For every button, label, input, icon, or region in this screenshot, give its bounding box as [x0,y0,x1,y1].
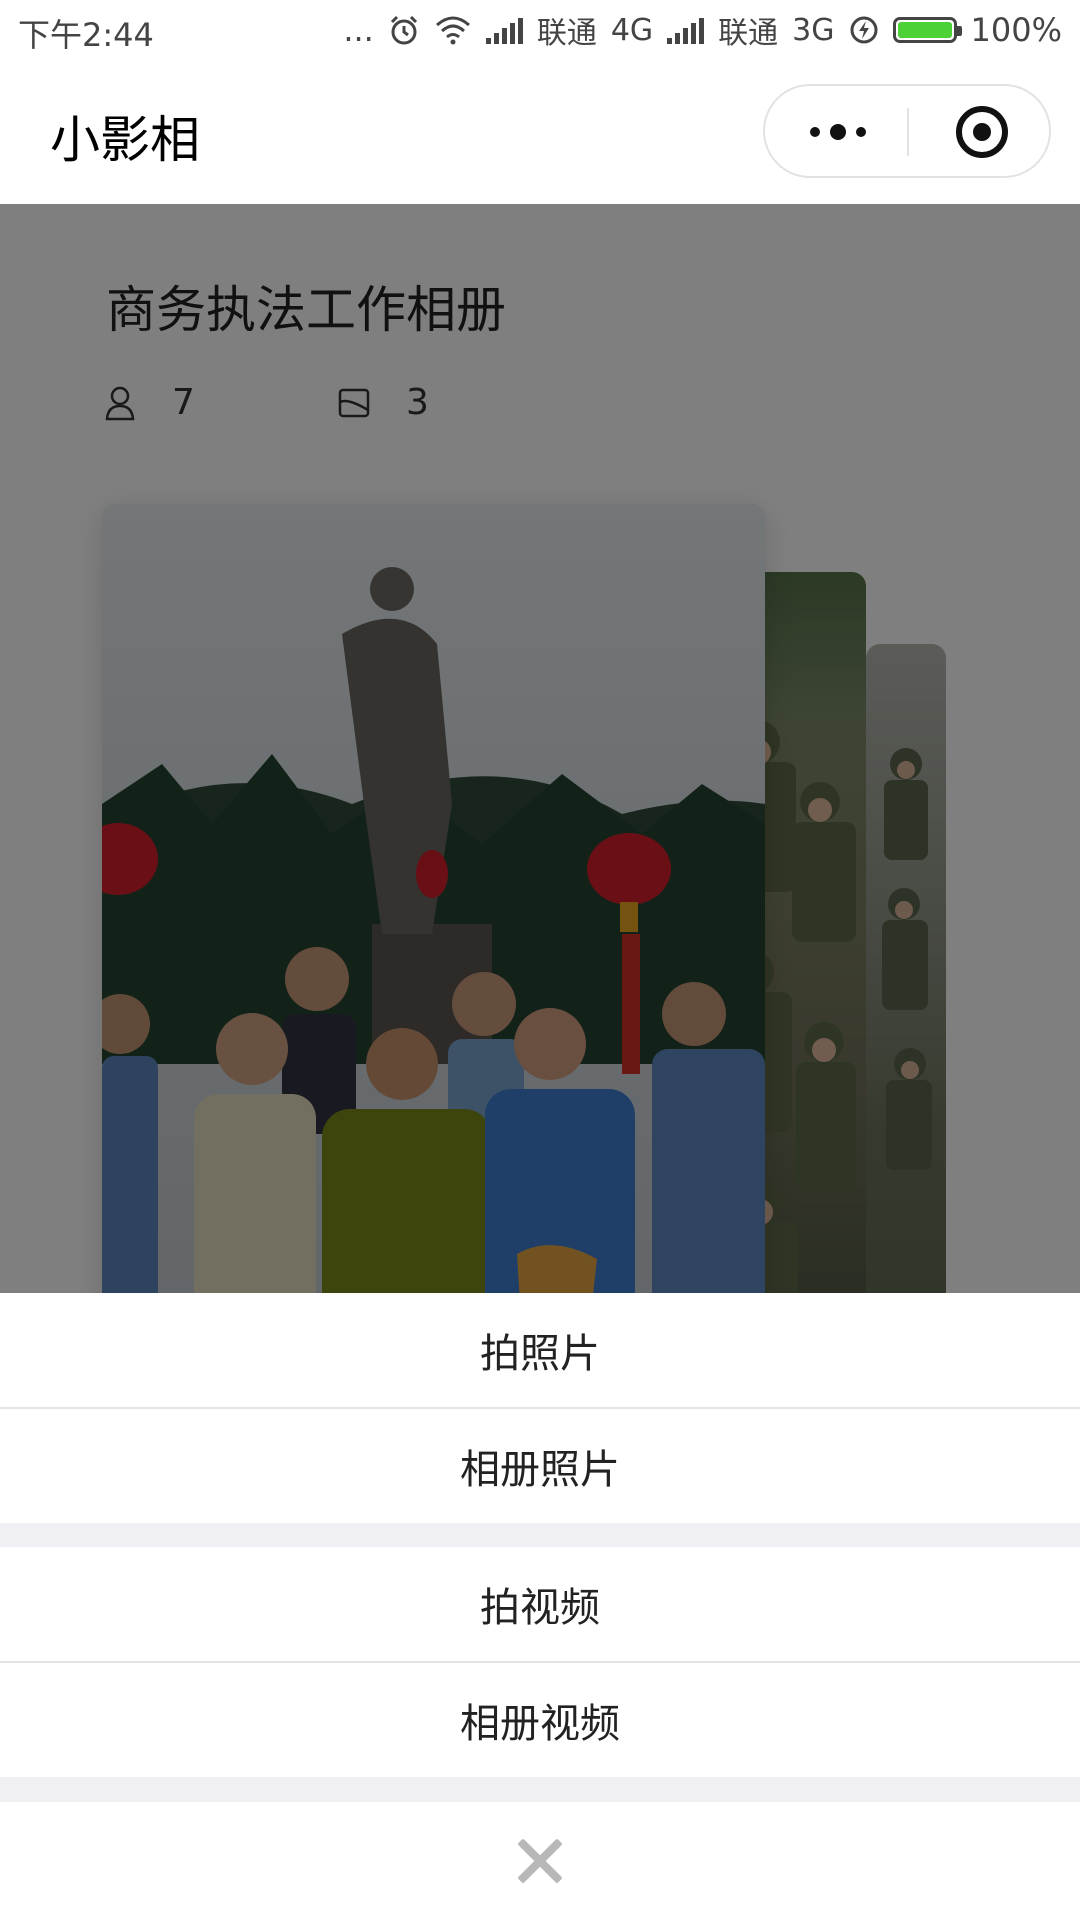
network-type-2: 3G [792,12,835,48]
status-bar: 下午2:44 ... 联通 4G 联通 3G 100% [0,0,1080,62]
title-bar: 小影相 [0,62,1080,204]
carrier-1: 联通 [536,16,597,51]
more-status-dots: ... [343,11,374,49]
status-right: ... 联通 4G 联通 3G 100% [343,8,1062,52]
action-sheet: 拍照片 相册照片 拍视频 相册视频 [0,1293,1080,1920]
battery-icon [892,17,962,43]
more-dots-icon[interactable] [805,114,871,150]
album-photo-button[interactable]: 相册照片 [0,1409,1080,1523]
signal-icon-2 [667,16,705,44]
capsule-menu [763,84,1051,178]
dim-overlay[interactable] [0,204,1080,1294]
status-time: 下午2:44 [18,16,154,54]
take-photo-button[interactable]: 拍照片 [0,1293,1080,1407]
capsule-divider [907,108,909,156]
network-type-1: 4G [610,12,654,48]
signal-icon [485,16,523,44]
wifi-icon [435,16,470,45]
app-title: 小影相 [50,111,200,169]
album-video-button[interactable]: 相册视频 [0,1663,1080,1777]
take-video-button[interactable]: 拍视频 [0,1547,1080,1661]
battery-percent: 100% [970,11,1062,49]
battery-fill [897,22,952,38]
alarm-icon [390,15,417,45]
target-icon[interactable] [956,106,1008,158]
close-icon [516,1837,564,1885]
carrier-2: 联通 [718,16,779,51]
cancel-button[interactable] [0,1802,1080,1920]
charging-icon [850,16,878,44]
